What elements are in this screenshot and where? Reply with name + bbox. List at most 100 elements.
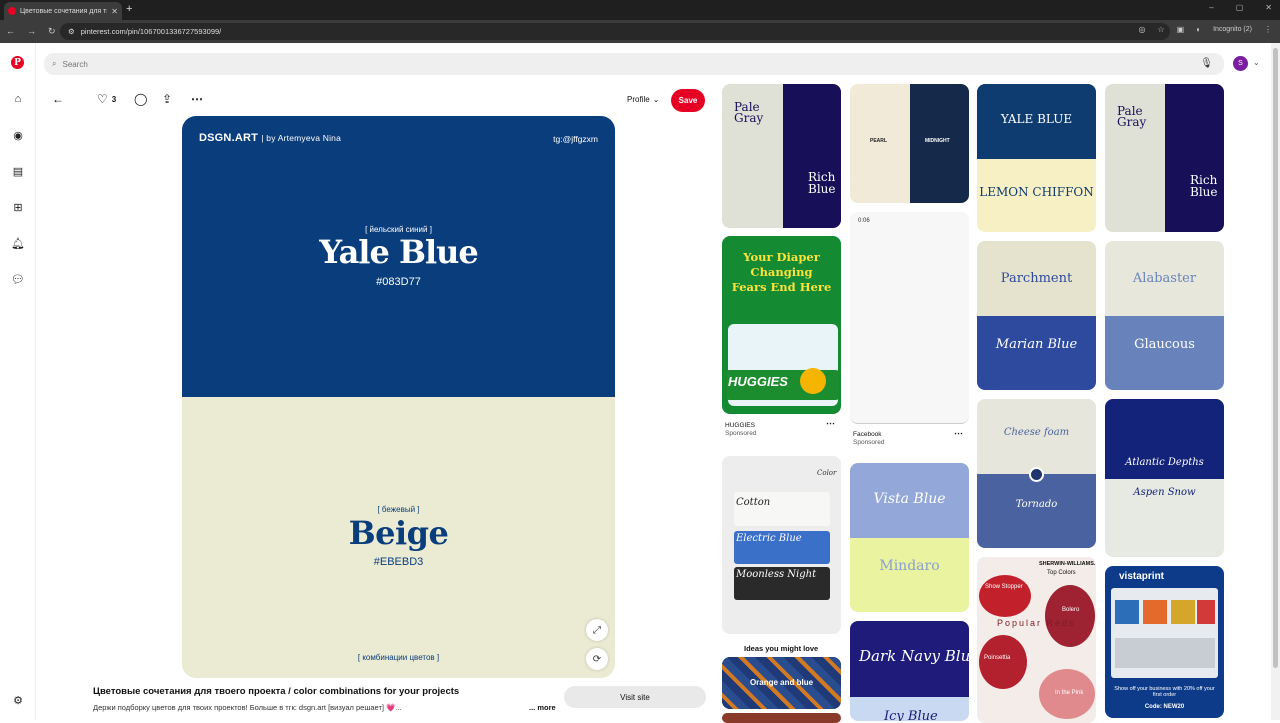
url-field[interactable]: ⚙ pinterest.com/pin/1067001336727593099/: [60, 23, 1170, 40]
facebook-sponsored: Sponsored: [853, 439, 885, 446]
swatch-cotton: Cotton: [736, 497, 771, 508]
rich-blue-label: Rich Blue: [1190, 173, 1218, 199]
messages-icon[interactable]: 💬︎: [11, 272, 25, 286]
video-duration: 0:06: [858, 218, 870, 224]
yale-blue-label: YALE BLUE: [1000, 112, 1073, 126]
alabaster-label: Alabaster: [1132, 271, 1197, 286]
feed-pin-yale-lemon[interactable]: YALE BLUE LEMON CHIFFON: [977, 84, 1096, 232]
feed-pin-alabaster-glaucous[interactable]: Alabaster Glaucous: [1105, 241, 1224, 390]
feed-pin-pale-gray-rich-blue[interactable]: Pale Gray Rich Blue: [722, 84, 841, 228]
eye-off-icon[interactable]: ◎: [1139, 25, 1146, 34]
parchment-label: Parchment: [1000, 271, 1073, 286]
extensions-icon[interactable]: ▣: [1177, 25, 1185, 34]
sherwin-williams-brand: SHERWIN-WILLIAMS.: [1039, 561, 1096, 567]
address-bar-row: ← → ↻ ⚙ pinterest.com/pin/10670013367275…: [0, 20, 1280, 43]
incognito-label[interactable]: Incognito (2): [1213, 26, 1252, 33]
search-input[interactable]: Search: [62, 60, 87, 69]
brand-logo: DSGN.ART | by Artemyeva Nina: [199, 132, 342, 144]
browser-tab[interactable]: Цветовые сочетания для твое... ✕: [4, 2, 122, 20]
idea-card-next[interactable]: [722, 713, 841, 723]
more-options-icon[interactable]: ⋯: [826, 418, 835, 429]
close-window-button[interactable]: ✕: [1265, 3, 1272, 12]
pin-title: Цветовые сочетания для твоего проекта / …: [93, 686, 460, 697]
glaucous-label: Glaucous: [1134, 337, 1195, 352]
tab-close-icon[interactable]: ✕: [111, 7, 118, 16]
feed-pin-cheese-tornado[interactable]: Cheese foam Tornado: [977, 399, 1096, 548]
tab-title: Цветовые сочетания для твое...: [20, 7, 107, 15]
swatch-moonless-night: Moonless Night: [736, 569, 817, 580]
bookmark-star-icon[interactable]: ☆: [1158, 25, 1165, 34]
forward-icon[interactable]: →: [27, 26, 36, 37]
profile-dropdown[interactable]: Profile ⌄: [627, 95, 659, 104]
feed-ad-vistaprint[interactable]: vistaprint Show off your business with 2…: [1105, 566, 1224, 718]
feed-pin-pale-gray-rich-blue-2[interactable]: Pale Gray Rich Blue: [1105, 84, 1224, 232]
back-arrow-icon[interactable]: ←: [52, 92, 64, 106]
chevron-down-icon: ⌄: [652, 95, 660, 104]
in-the-pink-label: In the Pink: [1055, 690, 1084, 696]
show-stopper-label: Show Stopper: [985, 584, 1023, 590]
aspen-snow-label: Aspen Snow: [1133, 487, 1196, 498]
settings-gear-icon[interactable]: ⚙: [11, 693, 25, 707]
incognito-icon[interactable]: ◐: [1196, 25, 1201, 34]
icy-blue-label: Icy Blue: [884, 709, 938, 721]
share-icon[interactable]: ⇪: [162, 92, 172, 106]
feed-pin-pearl-midnight[interactable]: PEARL MIDNIGHT: [850, 84, 969, 203]
tornado-label: Tornado: [1015, 499, 1058, 510]
comment-icon[interactable]: ◯: [134, 92, 147, 106]
account-chevron-down-icon[interactable]: ⌄: [1253, 58, 1260, 67]
pin-toolbar: ← ♡ 3 ◯ ⇪ ⋯ Profile ⌄ Save: [52, 88, 712, 112]
feed-pin-swatch-cards[interactable]: Color Cotton Electric Blue Moonless Nigh…: [722, 456, 841, 634]
avatar[interactable]: S: [1233, 56, 1248, 71]
boards-icon[interactable]: ▤: [11, 164, 25, 178]
explore-compass-icon[interactable]: ◉: [11, 128, 25, 142]
visual-search-icon[interactable]: ⟳: [586, 648, 608, 670]
site-info-icon[interactable]: ⚙: [68, 27, 75, 36]
expand-icon[interactable]: ⤢: [586, 619, 608, 641]
scrollbar-thumb[interactable]: [1273, 48, 1278, 668]
ideas-heading: Ideas you might love: [744, 644, 819, 653]
feed-pin-atlantic-aspen[interactable]: Atlantic Depths Aspen Snow: [1105, 399, 1224, 557]
color2-hex: #EBEBD3: [373, 556, 424, 568]
huggies-sponsored: Sponsored: [725, 430, 757, 437]
notifications-bell-icon[interactable]: 🔔︎: [11, 236, 25, 250]
vistaprint-promo: Show off your business with 20% off your…: [1114, 686, 1215, 698]
like-count: 3: [111, 94, 117, 104]
pearl-label: PEARL: [870, 138, 887, 144]
feed-pin-popular-reds[interactable]: SHERWIN-WILLIAMS. Top Colors Show Stoppe…: [977, 557, 1096, 723]
pinterest-logo-icon[interactable]: P: [11, 56, 24, 69]
save-button[interactable]: Save: [671, 89, 705, 112]
back-icon[interactable]: ←: [6, 26, 15, 37]
vistaprint-brand: vistaprint: [1119, 571, 1165, 582]
pin-image[interactable]: DSGN.ART | by Artemyeva Nina tg:@jffgzxm…: [182, 116, 615, 678]
feed-ad-huggies[interactable]: Your Diaper Changing Fears End Here HUGG…: [722, 236, 841, 414]
maximize-button[interactable]: ▢: [1236, 3, 1244, 12]
microphone-icon[interactable]: 🎙︎: [1200, 58, 1213, 69]
feed-pin-vista-mindaro[interactable]: Vista Blue Mindaro: [850, 463, 969, 612]
feed-pin-dark-navy[interactable]: Dark Navy Blue Icy Blue: [850, 621, 969, 721]
new-tab-button[interactable]: +: [126, 3, 132, 15]
more-options-icon[interactable]: ⋯: [191, 92, 203, 106]
browser-tabstrip: Цветовые сочетания для твое... ✕ + – ▢ ✕: [0, 0, 1280, 20]
more-link[interactable]: ... more: [529, 703, 556, 712]
pale-gray-label: Pale Gray: [1117, 104, 1147, 129]
midnight-label: MIDNIGHT: [925, 138, 950, 144]
menu-kebab-icon[interactable]: ⋮: [1264, 25, 1272, 34]
search-bar[interactable]: ⌕ Search 🎙︎: [44, 53, 1224, 75]
reload-icon[interactable]: ↻: [48, 26, 56, 37]
rich-blue-label: Rich Blue: [808, 170, 836, 196]
feed-video-facebook[interactable]: 0:06: [850, 212, 969, 424]
more-options-icon[interactable]: ⋯: [954, 428, 963, 439]
facebook-caption: Facebook: [853, 431, 882, 438]
minimize-button[interactable]: –: [1209, 3, 1213, 12]
like-button[interactable]: ♡ 3: [97, 92, 116, 106]
create-plus-icon[interactable]: ⊞: [11, 200, 25, 214]
visit-site-button[interactable]: Visit site: [564, 686, 706, 708]
idea-card-orange-blue[interactable]: Orange and blue: [722, 657, 841, 709]
feed-pin-parchment-marian[interactable]: Parchment Marian Blue: [977, 241, 1096, 390]
pin-description: Держи подборку цветов для твоих проектов…: [93, 703, 402, 712]
dark-navy-label: Dark Navy Blue: [859, 647, 969, 665]
lemon-chiffon-label: LEMON CHIFFON: [979, 185, 1094, 199]
popular-reds-label: Popular Reds: [997, 618, 1076, 628]
color1-name: Yale Blue: [319, 233, 479, 271]
home-icon[interactable]: ⌂: [11, 92, 25, 106]
